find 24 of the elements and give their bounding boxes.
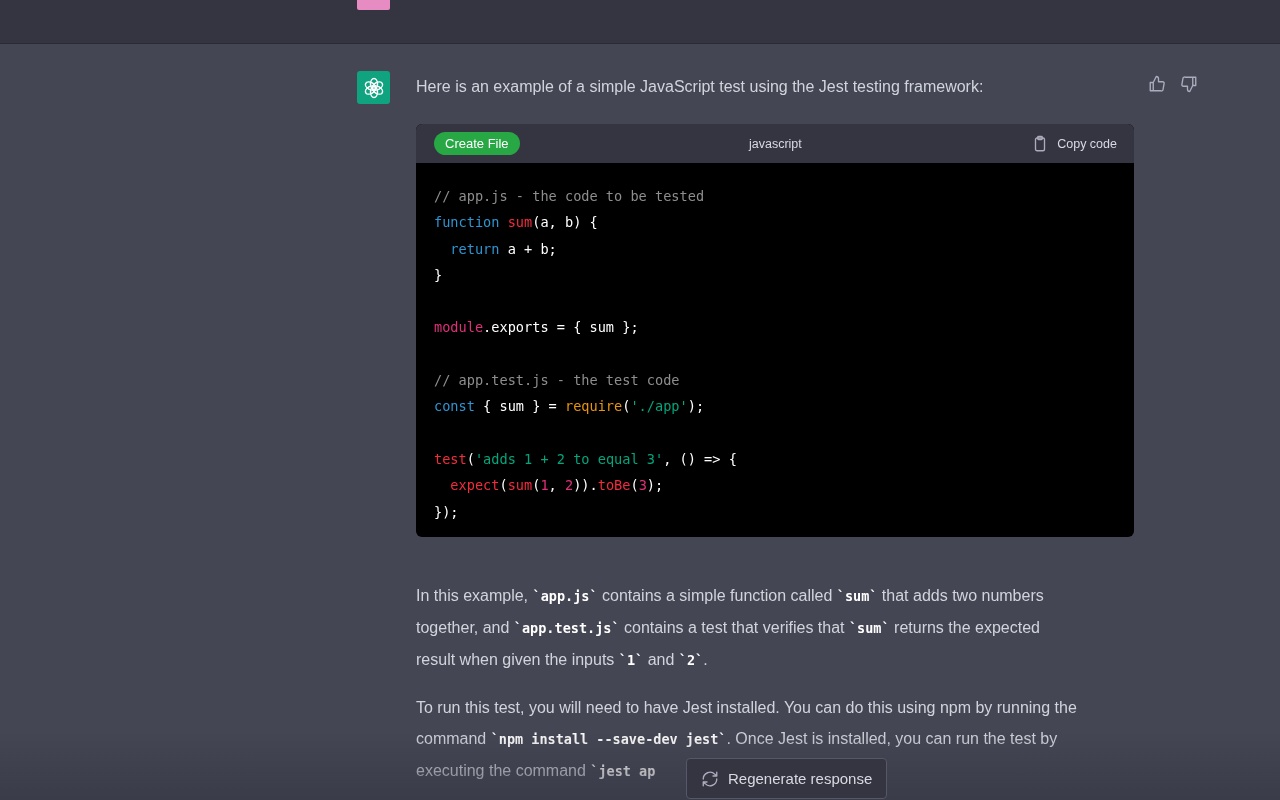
refresh-icon xyxy=(701,769,719,788)
code-line: function sum(a, b) { xyxy=(434,213,598,233)
message-text-line: result when given the inputs `1` and `2`. xyxy=(416,649,708,670)
message-text-line: To run this test, you will need to have Jest installed. You can do this using npm by running the xyxy=(416,697,1077,718)
message-text-line: together, and `app.test.js` contains a test that verifies that `sum` returns the expected xyxy=(416,617,1040,638)
thumbs-up-icon[interactable] xyxy=(1148,75,1166,93)
copy-code-button[interactable]: Copy code xyxy=(1031,134,1117,153)
code-line: }); xyxy=(434,502,459,522)
message-text-line: In this example, `app.js` contains a simple function called `sum` that adds two numbers xyxy=(416,585,1044,606)
code-line: // app.test.js - the test code xyxy=(434,371,680,391)
message-text-line: executing the command `jest ap xyxy=(416,760,656,781)
code-line: test('adds 1 + 2 to equal 3', () => { xyxy=(434,449,737,469)
code-line: expect(sum(1, 2)).toBe(3); xyxy=(450,476,664,496)
user-avatar xyxy=(357,0,390,10)
code-line: // app.js - the code to be tested xyxy=(434,187,705,206)
language-label: javascript xyxy=(749,136,802,151)
code-line: const { sum } = require('./app'); xyxy=(434,397,705,417)
message-text: Here is an example of a simple JavaScript test using the Jest testing framework: xyxy=(416,77,985,97)
regenerate-response-button[interactable]: Regenerate response xyxy=(686,758,888,799)
code-line: } xyxy=(434,265,443,285)
thumbs-down-icon[interactable] xyxy=(1180,75,1198,93)
code-line: module.exports = { sum }; xyxy=(434,318,639,338)
message-text-line: command `npm install --save-dev jest`. Once Jest is installed, you can run the test by xyxy=(416,728,1058,749)
code-line: return a + b; xyxy=(450,239,557,259)
